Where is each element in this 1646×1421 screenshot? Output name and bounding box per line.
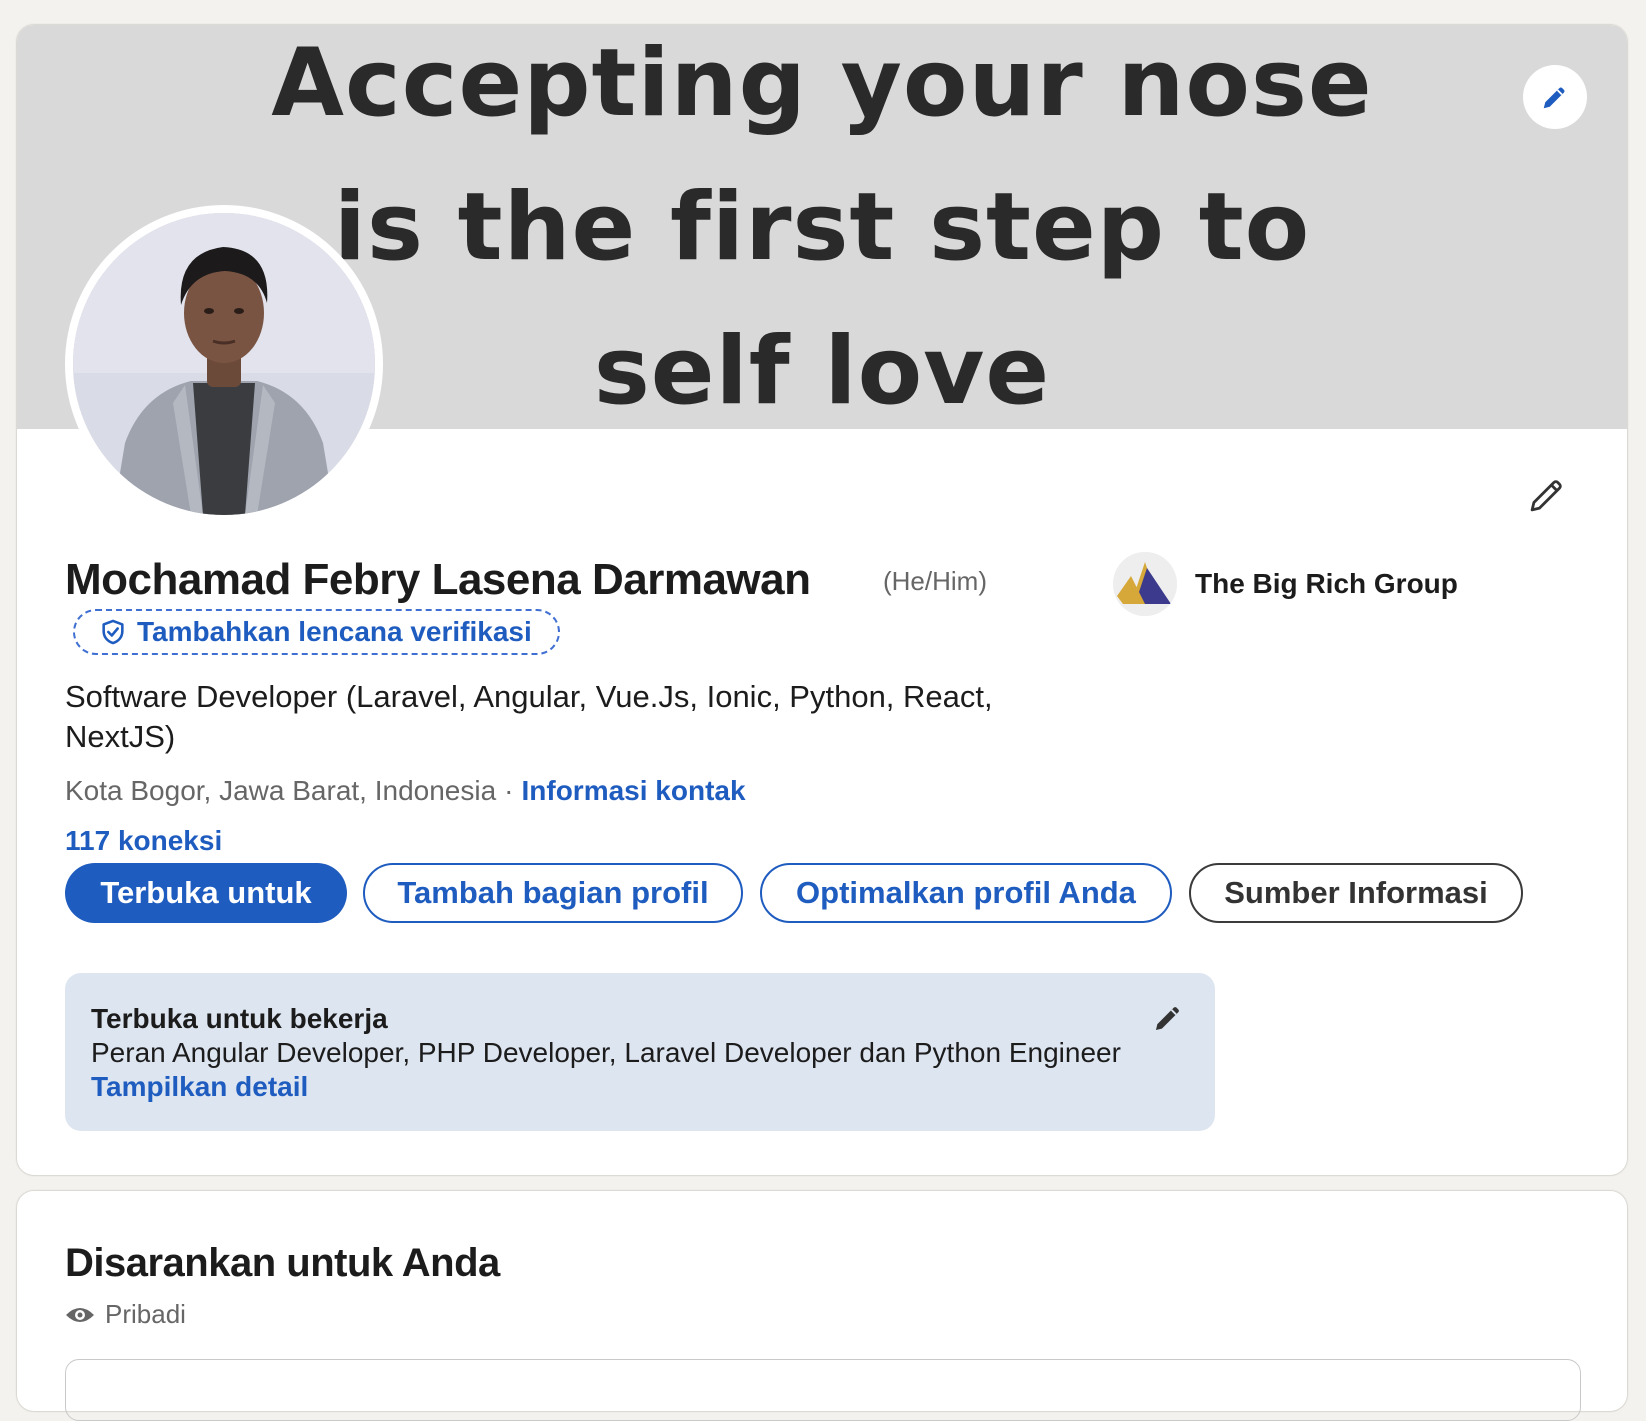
verification-label: Tambahkan lencana verifikasi <box>137 616 532 647</box>
open-to-work-card: Terbuka untuk bekerja Peran Angular Deve… <box>65 973 1215 1131</box>
resources-button[interactable]: Sumber Informasi <box>1189 863 1523 923</box>
company-name: The Big Rich Group <box>1195 568 1458 599</box>
contact-info-link[interactable]: Informasi kontak <box>522 775 746 807</box>
profile-photo <box>73 213 375 515</box>
pencil-icon <box>1543 87 1565 109</box>
eye-icon <box>66 1307 94 1322</box>
show-details-link[interactable]: Tampilkan detail <box>91 1071 308 1103</box>
profile-name: Mochamad Febry Lasena Darmawan <box>65 555 811 604</box>
suggested-for-you-card: Disarankan untuk Anda Pribadi <box>16 1190 1628 1421</box>
pencil-icon <box>1530 480 1562 512</box>
open-to-work-roles: Peran Angular Developer, PHP Developer, … <box>91 1037 1121 1068</box>
pronouns: (He/Him) <box>883 566 987 596</box>
separator-dot: · <box>504 775 514 806</box>
company-logo <box>1113 552 1177 616</box>
suggested-title: Disarankan untuk Anda <box>65 1241 500 1285</box>
edit-banner-button[interactable] <box>1523 65 1587 129</box>
avatar[interactable] <box>65 205 383 523</box>
edit-open-to-work-button[interactable] <box>1151 1001 1187 1037</box>
privacy-indicator: Pribadi <box>65 1299 186 1330</box>
open-to-button[interactable]: Terbuka untuk <box>65 863 347 923</box>
add-verification-badge-button[interactable]: Tambahkan lencana verifikasi <box>73 609 560 655</box>
suggestion-item[interactable] <box>65 1359 1581 1421</box>
profile-headline: Software Developer (Laravel, Angular, Vu… <box>65 679 993 754</box>
privacy-label: Pribadi <box>105 1299 186 1329</box>
optimize-profile-button[interactable]: Optimalkan profil Anda <box>760 863 1172 923</box>
location: Kota Bogor, Jawa Barat, Indonesia <box>65 775 497 806</box>
current-company[interactable]: The Big Rich Group <box>1113 552 1458 616</box>
edit-intro-button[interactable] <box>1517 465 1577 525</box>
connections-link[interactable]: 117 koneksi <box>65 825 222 857</box>
open-to-work-title: Terbuka untuk bekerja <box>91 1003 388 1034</box>
pencil-icon <box>1155 1007 1179 1031</box>
banner-text-line-1: Accepting your nose <box>271 29 1373 138</box>
add-profile-section-button[interactable]: Tambah bagian profil <box>363 863 743 923</box>
shield-check-icon <box>102 619 124 645</box>
location-row: Kota Bogor, Jawa Barat, Indonesia · Info… <box>65 775 746 807</box>
profile-card: Accepting your nose is the first step to… <box>16 24 1628 1176</box>
